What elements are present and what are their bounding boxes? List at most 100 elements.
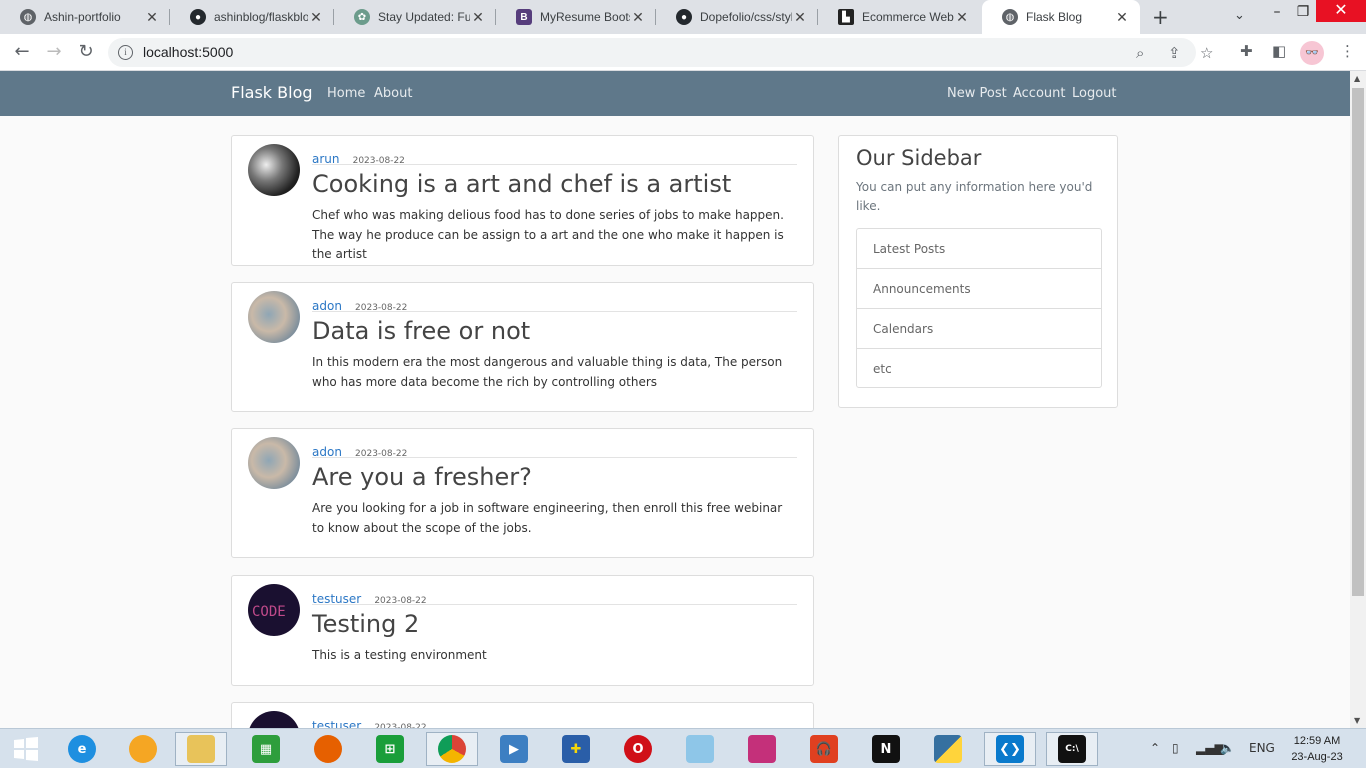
nav-new-post[interactable]: New Post: [947, 86, 1007, 101]
avatar[interactable]: 👓: [1300, 41, 1324, 65]
tab-ashin-portfolio[interactable]: ◍ Ashin-portfolio ✕: [0, 0, 170, 34]
battery-icon[interactable]: ▯: [1172, 741, 1179, 755]
taskbar-store[interactable]: ⊞: [364, 732, 416, 766]
reload-icon[interactable]: ↻: [74, 40, 98, 64]
tab-strip: ◍ Ashin-portfolio ✕ ● ashinblog/flaskblo…: [0, 0, 1366, 34]
close-window-icon[interactable]: ✕: [1316, 0, 1366, 22]
store-icon: ▙: [838, 9, 854, 25]
speaker-icon[interactable]: 🔈: [1220, 741, 1235, 755]
start-button[interactable]: [0, 732, 52, 766]
zoom-icon[interactable]: ⌕: [1136, 44, 1144, 62]
post-title[interactable]: Data is free or not: [312, 317, 530, 345]
tab-title: MyResume Bootst: [540, 10, 630, 24]
nav-logout[interactable]: Logout: [1072, 86, 1117, 101]
close-icon[interactable]: ✕: [308, 9, 324, 26]
tab-github-flaskblog[interactable]: ● ashinblog/flaskblo ✕: [170, 0, 334, 34]
sidebar-item-calendars[interactable]: Calendars: [857, 309, 1101, 349]
chrome-icon: [438, 735, 466, 763]
close-icon[interactable]: ✕: [144, 9, 160, 26]
taskbar-app-14[interactable]: N: [860, 732, 912, 766]
clock-time: 12:59 AM: [1293, 735, 1341, 747]
taskbar-chrome[interactable]: [426, 732, 478, 766]
taskbar-opera[interactable]: O: [612, 732, 664, 766]
globe-icon: ◍: [20, 9, 36, 25]
taskbar-app-2[interactable]: [117, 732, 169, 766]
taskbar-calculator[interactable]: ▦: [240, 732, 292, 766]
close-icon[interactable]: ✕: [470, 9, 486, 26]
tab-myresume[interactable]: B MyResume Bootst ✕: [496, 0, 656, 34]
address-bar[interactable]: i localhost:5000 ⌕ ⇪ ☆: [108, 38, 1213, 67]
extensions-icon[interactable]: ✚: [1240, 42, 1253, 60]
taskbar-media[interactable]: ▶: [488, 732, 540, 766]
avatar: [248, 144, 300, 196]
notepad-icon: [686, 735, 714, 763]
taskbar-app-13[interactable]: 🎧: [798, 732, 850, 766]
code-image: CODE: [252, 604, 286, 620]
taskbar-cmd[interactable]: C:\: [1046, 732, 1098, 766]
post-author[interactable]: adon: [312, 445, 342, 459]
svg-text:CODE: CODE: [252, 604, 286, 620]
close-icon[interactable]: ✕: [1114, 9, 1130, 26]
scroll-down-icon[interactable]: ▼: [1354, 716, 1360, 725]
sidebar-item-announcements[interactable]: Announcements: [857, 269, 1101, 309]
github-icon: ●: [676, 9, 692, 25]
post-author[interactable]: adon: [312, 299, 342, 313]
back-icon[interactable]: ←: [10, 40, 34, 64]
close-icon[interactable]: ✕: [792, 9, 808, 26]
share-icon[interactable]: ⇪: [1168, 44, 1181, 62]
folder-icon: [187, 735, 215, 763]
scroll-up-icon[interactable]: ▲: [1354, 74, 1360, 83]
url-text[interactable]: localhost:5000: [143, 44, 233, 60]
taskbar-python[interactable]: [922, 732, 974, 766]
taskbar-vscode[interactable]: ❮❯: [984, 732, 1036, 766]
tab-ecommerce[interactable]: ▙ Ecommerce Websi ✕: [818, 0, 980, 34]
sidebar: Our Sidebar You can put any information …: [838, 135, 1118, 408]
close-icon[interactable]: ✕: [954, 9, 970, 26]
new-tab-icon[interactable]: +: [1152, 5, 1169, 29]
post-author[interactable]: testuser: [312, 719, 361, 728]
post-content: Chef who was making delious food has to …: [312, 208, 784, 261]
post-meta: testuser 2023-08-22: [312, 588, 797, 606]
tab-dopefolio[interactable]: ● Dopefolio/css/styl ✕: [656, 0, 818, 34]
taskbar-ie[interactable]: e: [56, 732, 108, 766]
info-icon[interactable]: i: [118, 45, 133, 60]
taskbar-app-12[interactable]: [736, 732, 788, 766]
post-author[interactable]: testuser: [312, 592, 361, 606]
taskbar-clock[interactable]: 12:59 AM 23-Aug-23: [1282, 733, 1352, 765]
page-scrollbar[interactable]: ▲ ▼: [1350, 71, 1366, 728]
star-icon[interactable]: ☆: [1200, 44, 1213, 62]
brand-link[interactable]: Flask Blog: [231, 83, 313, 102]
tab-flask-blog[interactable]: ◍ Flask Blog ✕: [982, 0, 1140, 34]
nav-account[interactable]: Account: [1013, 86, 1066, 101]
nav-about[interactable]: About: [374, 86, 412, 101]
post-card: CODE testuser 2023-08-22 Testing 2 This …: [231, 575, 814, 686]
tray-expand-icon[interactable]: ⌃: [1150, 741, 1160, 755]
headphones-icon: 🎧: [810, 735, 838, 763]
yellow-cross-icon: ✚: [562, 735, 590, 763]
forward-icon[interactable]: →: [42, 40, 66, 64]
post-title[interactable]: Cooking is a art and chef is a artist: [312, 170, 731, 198]
post-author[interactable]: arun: [312, 152, 340, 166]
openai-icon: ✿: [354, 9, 370, 25]
taskbar-app-11[interactable]: [674, 732, 726, 766]
orange-ball-icon: [129, 735, 157, 763]
post-title[interactable]: Testing 2: [312, 610, 419, 638]
post-title[interactable]: Are you a fresher?: [312, 463, 532, 491]
taskbar-file-explorer[interactable]: [175, 732, 227, 766]
nav-home[interactable]: Home: [327, 86, 365, 101]
language-indicator[interactable]: ENG: [1249, 741, 1275, 755]
side-panel-icon[interactable]: ◧: [1272, 42, 1286, 60]
sidebar-item-etc[interactable]: etc: [857, 349, 1101, 387]
tab-stay-updated[interactable]: ✿ Stay Updated: Full ✕: [334, 0, 496, 34]
taskbar-app-9[interactable]: ✚: [550, 732, 602, 766]
close-icon[interactable]: ✕: [630, 9, 646, 26]
post-meta: arun 2023-08-22: [312, 148, 797, 166]
windows-icon: [14, 737, 38, 761]
restore-icon[interactable]: ❐: [1288, 0, 1318, 34]
sidebar-item-latest-posts[interactable]: Latest Posts: [857, 229, 1101, 269]
tab-title: ashinblog/flaskblo: [214, 10, 308, 24]
taskbar-firefox[interactable]: [302, 732, 354, 766]
chevron-down-icon[interactable]: ⌄: [1234, 8, 1245, 23]
menu-icon[interactable]: ⋮: [1340, 42, 1355, 60]
scrollbar-thumb[interactable]: [1352, 88, 1364, 596]
